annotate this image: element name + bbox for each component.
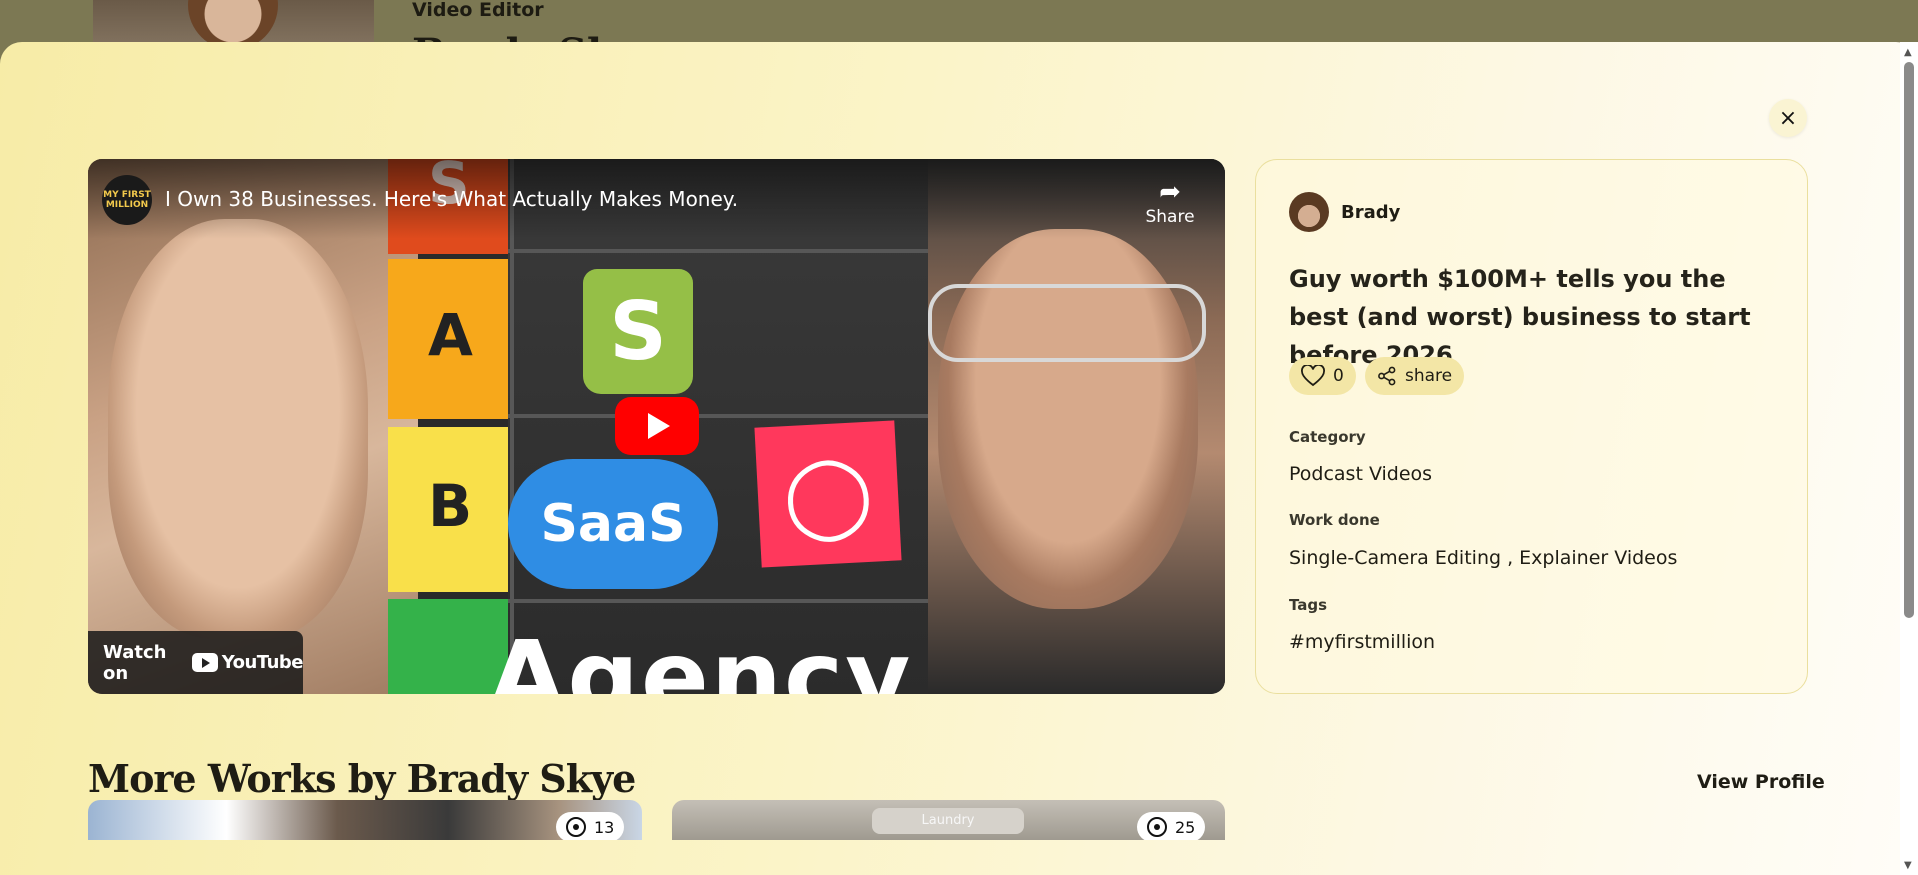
work-done-label: Work done xyxy=(1289,511,1380,529)
more-works-title: More Works by Brady Skye xyxy=(88,756,636,801)
share-icon xyxy=(1378,366,1396,386)
work-title: Guy worth $100M+ tells you the best (and… xyxy=(1289,265,1751,369)
eye-icon xyxy=(566,817,586,837)
scroll-up-icon[interactable]: ▲ xyxy=(1904,47,1912,58)
eye-icon xyxy=(1147,817,1167,837)
youtube-logo: YouTube xyxy=(191,652,304,673)
share-label: share xyxy=(1405,366,1453,386)
avatar xyxy=(1289,192,1329,232)
view-profile-link[interactable]: View Profile xyxy=(1697,771,1825,793)
saas-cloud-logo: SaaS xyxy=(508,459,718,589)
youtube-label: YouTube xyxy=(221,652,304,673)
video-share-button[interactable]: ➦ Share xyxy=(1140,177,1200,227)
author-name: Brady xyxy=(1341,201,1401,223)
category-value: Podcast Videos xyxy=(1289,463,1433,485)
like-button[interactable]: 0 xyxy=(1289,357,1356,395)
view-count: 25 xyxy=(1175,817,1196,837)
view-count-badge: 25 xyxy=(1137,812,1206,840)
watch-on-youtube-button[interactable]: Watch on YouTube xyxy=(88,631,304,694)
author[interactable]: Brady xyxy=(1289,192,1400,232)
tier-a-letter: A xyxy=(428,301,473,369)
agency-text: Agency xyxy=(488,619,913,694)
airbnb-logo: ◯ xyxy=(754,420,902,568)
scroll-down-icon[interactable]: ▼ xyxy=(1904,860,1912,871)
category-label: Category xyxy=(1289,428,1366,446)
close-icon: × xyxy=(1778,105,1798,131)
share-arrow-icon: ➦ xyxy=(1159,177,1181,207)
share-button[interactable]: share xyxy=(1365,357,1465,395)
thumbnail-right-person xyxy=(928,159,1225,694)
thumbnail-label: Laundry xyxy=(872,808,1024,834)
work-detail-modal: × S A B S SaaS ◯ Agency MY FIRST MILLION… xyxy=(0,42,1918,875)
video-share-label: Share xyxy=(1145,207,1195,227)
tags-label: Tags xyxy=(1289,596,1328,614)
watch-on-label: Watch on xyxy=(103,641,167,684)
view-count-badge: 13 xyxy=(556,812,625,840)
work-done-value: Single-Camera Editing , Explainer Videos xyxy=(1289,547,1678,569)
youtube-play-icon xyxy=(191,653,218,672)
play-icon xyxy=(648,413,670,439)
tier-b-letter: B xyxy=(428,472,473,540)
tier-list-column: S A B xyxy=(388,159,528,694)
work-card[interactable]: Laundry 25 xyxy=(672,800,1225,840)
video-player[interactable]: S A B S SaaS ◯ Agency MY FIRST MILLION I… xyxy=(88,159,1225,694)
heart-icon xyxy=(1301,365,1325,387)
video-title[interactable]: I Own 38 Businesses. Here's What Actuall… xyxy=(165,187,738,211)
play-button[interactable] xyxy=(615,397,699,455)
channel-logo[interactable]: MY FIRST MILLION xyxy=(102,175,152,225)
scrollbar-thumb[interactable] xyxy=(1904,62,1914,618)
thumbnail-left-person xyxy=(88,159,418,694)
work-info-card: Brady Guy worth $100M+ tells you the bes… xyxy=(1255,159,1808,694)
like-count: 0 xyxy=(1333,366,1344,386)
close-button[interactable]: × xyxy=(1769,99,1807,137)
view-count: 13 xyxy=(594,817,615,837)
tag-link[interactable]: #myfirstmillion xyxy=(1289,631,1435,653)
work-card[interactable]: 13 xyxy=(88,800,642,840)
shopify-logo: S xyxy=(583,269,693,394)
profile-role: Video Editor xyxy=(412,0,544,21)
